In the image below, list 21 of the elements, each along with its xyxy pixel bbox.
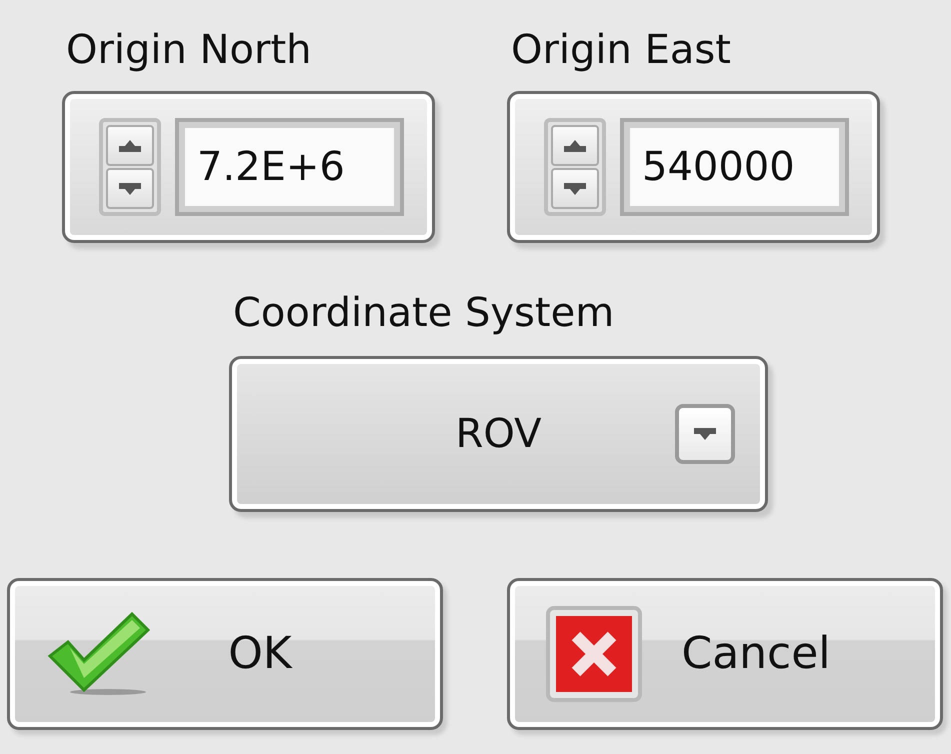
cancel-button[interactable]: Cancel (507, 578, 943, 730)
close-icon (546, 606, 642, 702)
checkmark-icon (46, 612, 150, 696)
field-label: Coordinate System (233, 289, 616, 338)
caret-icon (694, 428, 716, 440)
down-arrow-icon (119, 182, 141, 194)
field-label: Origin North (66, 26, 312, 75)
ok-button[interactable]: OK (7, 578, 443, 730)
field-label: Origin East (511, 26, 732, 75)
decrement-button[interactable] (551, 168, 599, 209)
up-arrow-icon (119, 140, 141, 152)
number-field[interactable]: 540000 (620, 118, 849, 216)
dropdown[interactable]: ROV (229, 356, 768, 512)
increment-button[interactable] (551, 125, 599, 166)
dropdown-toggle-button[interactable] (675, 404, 735, 464)
number-field[interactable]: 7.2E+6 (175, 118, 404, 216)
up-arrow-icon (564, 140, 586, 152)
increment-button[interactable] (106, 125, 154, 166)
dropdown-value: ROV (454, 410, 542, 459)
down-arrow-icon (564, 182, 586, 194)
decrement-button[interactable] (106, 168, 154, 209)
